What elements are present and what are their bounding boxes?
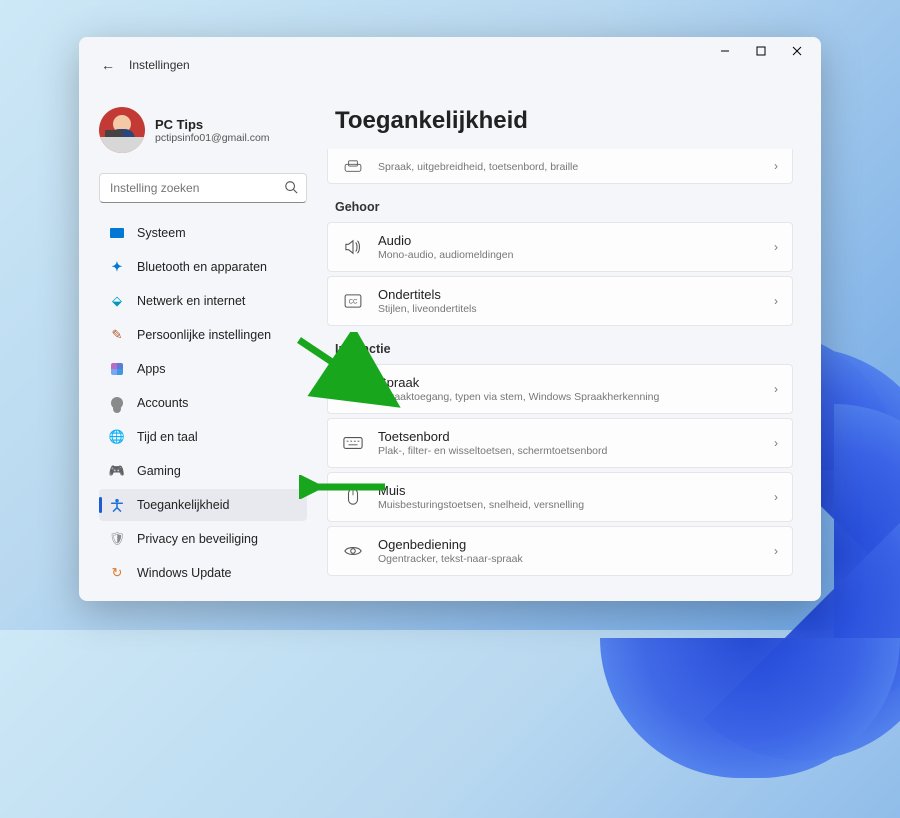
section-label-interactie: Interactie: [335, 342, 793, 356]
card-keyboard[interactable]: Toetsenbord Plak-, filter- en wisseltoet…: [327, 418, 793, 468]
brush-icon: ✎: [109, 327, 125, 343]
sidebar-item-label: Netwerk en internet: [137, 294, 245, 308]
profile-name: PC Tips: [155, 117, 270, 132]
sidebar-item-network[interactable]: ⬙ Netwerk en internet: [99, 285, 307, 317]
main-pane: Toegankelijkheid Spraak, uitgebreidheid,…: [321, 107, 821, 601]
sidebar-item-accounts[interactable]: Accounts: [99, 387, 307, 419]
nav-list: Systeem ✦ Bluetooth en apparaten ⬙ Netwe…: [99, 217, 307, 589]
accessibility-icon: [109, 497, 125, 513]
card-speech[interactable]: Spraak Spraaktoegang, typen via stem, Wi…: [327, 364, 793, 414]
eye-icon: [342, 544, 364, 558]
minimize-button[interactable]: [707, 37, 743, 65]
card-sub: Spraaktoegang, typen via stem, Windows S…: [378, 391, 760, 403]
apps-icon: [109, 361, 125, 377]
search-input[interactable]: [99, 173, 307, 203]
close-button[interactable]: [779, 37, 815, 65]
card-captions[interactable]: CC Ondertitels Stijlen, liveondertitels …: [327, 276, 793, 326]
chevron-right-icon: ›: [774, 490, 778, 504]
profile-block[interactable]: PC Tips pctipsinfo01@gmail.com: [99, 107, 307, 153]
card-title: Ondertitels: [378, 287, 760, 302]
card-sub: Muisbesturingstoetsen, snelheid, versnel…: [378, 499, 760, 511]
card-sub: Plak-, filter- en wisseltoetsen, schermt…: [378, 445, 760, 457]
mouse-icon: [342, 488, 364, 506]
accounts-icon: [109, 395, 125, 411]
card-sub: Spraak, uitgebreidheid, toetsenbord, bra…: [378, 161, 760, 173]
card-narrator-partial[interactable]: Spraak, uitgebreidheid, toetsenbord, bra…: [327, 149, 793, 184]
sidebar-item-personalization[interactable]: ✎ Persoonlijke instellingen: [99, 319, 307, 351]
section-label-gehoor: Gehoor: [335, 200, 793, 214]
sidebar-item-label: Accounts: [137, 396, 188, 410]
breadcrumb-label: Instellingen: [129, 58, 190, 72]
sidebar-item-time[interactable]: 🌐 Tijd en taal: [99, 421, 307, 453]
update-icon: ↻: [109, 565, 125, 581]
network-icon: ⬙: [109, 293, 125, 309]
sidebar-item-apps[interactable]: Apps: [99, 353, 307, 385]
chevron-right-icon: ›: [774, 294, 778, 308]
sidebar-item-label: Tijd en taal: [137, 430, 198, 444]
bluetooth-icon: ✦: [109, 259, 125, 275]
card-title: Audio: [378, 233, 760, 248]
speaker-icon: [342, 239, 364, 255]
sidebar-item-label: Windows Update: [137, 566, 232, 580]
titlebar: [79, 37, 821, 65]
search-icon: [284, 180, 298, 197]
sidebar-item-update[interactable]: ↻ Windows Update: [99, 557, 307, 589]
shield-icon: 🛡: [109, 531, 125, 547]
chevron-right-icon: ›: [774, 382, 778, 396]
card-title: Toetsenbord: [378, 429, 760, 444]
card-eye-control[interactable]: Ogenbediening Ogentracker, tekst-naar-sp…: [327, 526, 793, 576]
system-icon: [109, 225, 125, 241]
profile-email: pctipsinfo01@gmail.com: [155, 132, 270, 144]
chevron-right-icon: ›: [774, 544, 778, 558]
sidebar-item-label: Persoonlijke instellingen: [137, 328, 271, 342]
maximize-button[interactable]: [743, 37, 779, 65]
keyboard-icon: [342, 436, 364, 450]
sidebar-item-label: Bluetooth en apparaten: [137, 260, 267, 274]
avatar: [99, 107, 145, 153]
sidebar: PC Tips pctipsinfo01@gmail.com Systeem ✦…: [79, 107, 321, 601]
search-box: [99, 173, 307, 203]
sidebar-item-label: Apps: [137, 362, 166, 376]
card-title: Muis: [378, 483, 760, 498]
sidebar-item-bluetooth[interactable]: ✦ Bluetooth en apparaten: [99, 251, 307, 283]
globe-icon: 🌐: [109, 429, 125, 445]
card-sub: Ogentracker, tekst-naar-spraak: [378, 553, 760, 565]
page-title: Toegankelijkheid: [335, 107, 793, 135]
cc-icon: CC: [342, 294, 364, 308]
chevron-right-icon: ›: [774, 436, 778, 450]
sidebar-item-label: Gaming: [137, 464, 181, 478]
sidebar-item-label: Toegankelijkheid: [137, 498, 229, 512]
card-title: Spraak: [378, 375, 760, 390]
breadcrumb[interactable]: ← Instellingen: [101, 57, 190, 73]
chevron-right-icon: ›: [774, 240, 778, 254]
sidebar-item-system[interactable]: Systeem: [99, 217, 307, 249]
settings-window: ← Instellingen PC Tips pctipsinfo01@gmai…: [79, 37, 821, 601]
card-sub: Stijlen, liveondertitels: [378, 303, 760, 315]
sidebar-item-label: Systeem: [137, 226, 186, 240]
sidebar-item-accessibility[interactable]: Toegankelijkheid: [99, 489, 307, 521]
back-arrow-icon: ←: [101, 57, 115, 73]
sidebar-item-gaming[interactable]: 🎮 Gaming: [99, 455, 307, 487]
mic-icon: [342, 380, 364, 398]
card-sub: Mono-audio, audiomeldingen: [378, 249, 760, 261]
card-title: Ogenbediening: [378, 537, 760, 552]
card-mouse[interactable]: Muis Muisbesturingstoetsen, snelheid, ve…: [327, 472, 793, 522]
sidebar-item-label: Privacy en beveiliging: [137, 532, 258, 546]
svg-text:CC: CC: [349, 299, 358, 306]
narrator-icon: [342, 159, 364, 173]
gamepad-icon: 🎮: [109, 463, 125, 479]
card-audio[interactable]: Audio Mono-audio, audiomeldingen ›: [327, 222, 793, 272]
sidebar-item-privacy[interactable]: 🛡 Privacy en beveiliging: [99, 523, 307, 555]
chevron-right-icon: ›: [774, 159, 778, 173]
